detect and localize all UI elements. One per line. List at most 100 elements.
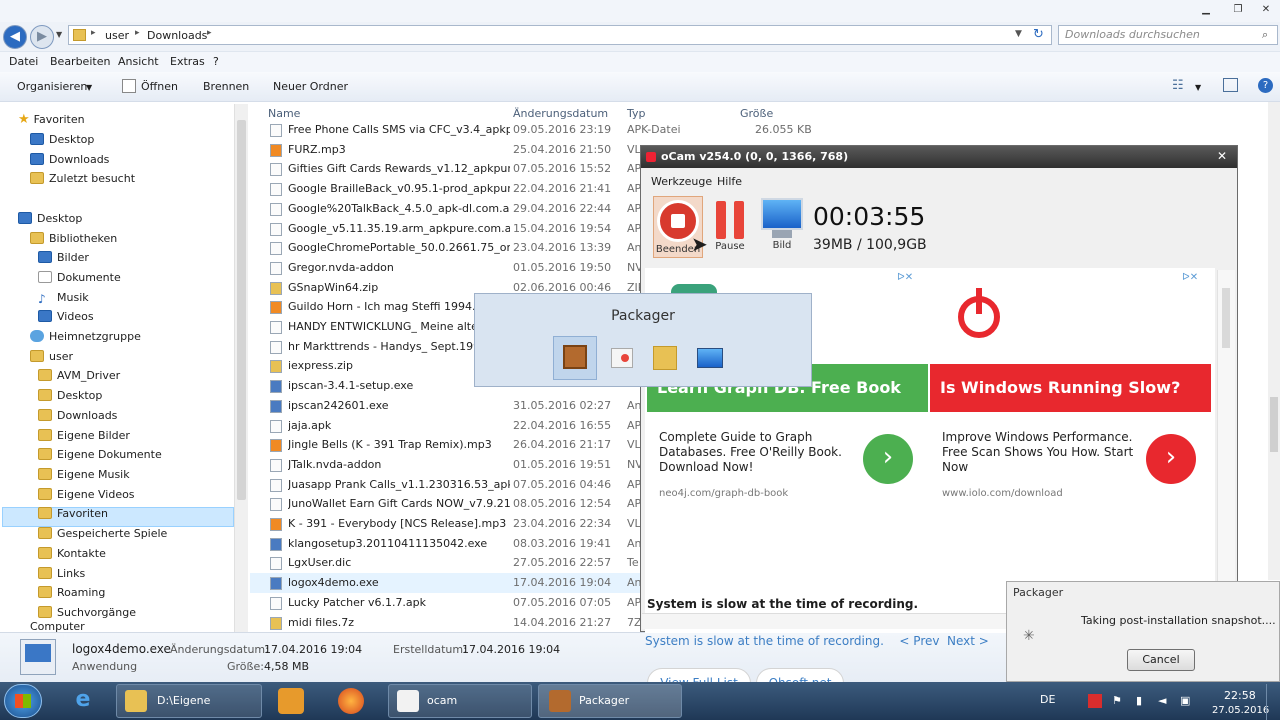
nav-user-pictures[interactable]: Eigene Bilder: [38, 426, 130, 445]
file-row[interactable]: Google BrailleBack_v0.95.1-prod_apkpure.…: [250, 179, 650, 199]
ad-url[interactable]: neo4j.com/graph-db-book: [659, 488, 788, 499]
main-scrollbar[interactable]: [1268, 102, 1280, 580]
open-button[interactable]: Öffnen: [141, 80, 178, 93]
file-row[interactable]: Jingle Bells (K - 391 Trap Remix).mp3 26.…: [250, 435, 650, 455]
menu-datei[interactable]: Datei: [9, 55, 38, 68]
ad-url[interactable]: www.iolo.com/download: [942, 488, 1063, 499]
nav-user-contacts[interactable]: Kontakte: [38, 544, 106, 563]
file-row[interactable]: JunoWallet Earn Gift Cards NOW_v7.9.21_.…: [250, 494, 650, 514]
volume-tray-icon[interactable]: ◄: [1158, 694, 1166, 707]
nav-homegroup[interactable]: Heimnetzgruppe: [30, 327, 141, 346]
nav-user-videos[interactable]: Eigene Videos: [38, 485, 135, 504]
file-row[interactable]: klangosetup3.20110411135042.exe 08.03.201…: [250, 534, 650, 554]
internet-explorer-icon[interactable]: e: [68, 687, 98, 715]
nav-user-music[interactable]: Eigene Musik: [38, 465, 130, 484]
nav-lib-documents[interactable]: Dokumente: [38, 268, 121, 287]
ad-scrollbar[interactable]: [1217, 270, 1235, 620]
prev-link[interactable]: < Prev: [899, 634, 939, 648]
network-tray-icon[interactable]: ▮: [1136, 694, 1142, 707]
show-desktop-button[interactable]: [1266, 684, 1280, 720]
file-row[interactable]: GoogleChromePortable_50.0.2661.75_onl...…: [250, 238, 650, 258]
minimize-button[interactable]: ▁: [1194, 2, 1218, 18]
slow-recording-link[interactable]: System is slow at the time of recording.: [645, 634, 884, 648]
nav-user-documents[interactable]: Eigene Dokumente: [38, 445, 162, 464]
column-name[interactable]: Name: [268, 107, 300, 120]
maximize-button[interactable]: ❐: [1226, 2, 1250, 18]
nav-fav-recent[interactable]: Zuletzt besucht: [30, 169, 135, 188]
nav-lib-videos[interactable]: Videos: [38, 307, 94, 326]
new-folder-button[interactable]: Neuer Ordner: [273, 80, 348, 93]
nav-scroll-thumb[interactable]: [237, 120, 246, 500]
help-icon[interactable]: ?: [1258, 78, 1273, 93]
nav-user-desktop[interactable]: Desktop: [38, 386, 102, 405]
nav-user-avm[interactable]: AVM_Driver: [38, 366, 120, 385]
nav-lib-music[interactable]: ♪ Musik: [38, 288, 89, 307]
back-button[interactable]: ◀: [3, 25, 27, 49]
menu-ansicht[interactable]: Ansicht: [118, 55, 159, 68]
view-options-icon[interactable]: ☷: [1172, 78, 1184, 93]
nav-fav-downloads[interactable]: Downloads: [30, 150, 109, 169]
file-row[interactable]: JTalk.nvda-addon 01.05.2016 19:51 NV: [250, 455, 650, 475]
forward-button[interactable]: ▶: [30, 25, 54, 49]
file-row[interactable]: FURZ.mp3 25.04.2016 21:50 VL: [250, 140, 650, 160]
file-row[interactable]: jaja.apk 22.04.2016 16:55 AP: [250, 416, 650, 436]
adchoices-icon[interactable]: ᐅ✕: [1182, 272, 1198, 283]
file-row[interactable]: Juasapp Prank Calls_v1.1.230316.53_apkp.…: [250, 475, 650, 495]
ocam-menu-help[interactable]: Hilfe: [717, 175, 742, 188]
column-type[interactable]: Typ: [627, 107, 646, 120]
breadcrumb-user[interactable]: user: [105, 29, 129, 42]
nav-scrollbar[interactable]: [234, 104, 248, 632]
column-date[interactable]: Änderungsdatum: [513, 107, 608, 120]
view-dropdown-icon[interactable]: ▼: [1195, 83, 1201, 92]
start-button[interactable]: [4, 684, 42, 718]
recent-pages-icon[interactable]: ▼: [56, 30, 62, 39]
nav-libraries[interactable]: Bibliotheken: [30, 229, 117, 248]
desktop-icon[interactable]: [697, 348, 723, 368]
file-row[interactable]: Gregor.nvda-addon 01.05.2016 19:50 NV: [250, 258, 650, 278]
file-row[interactable]: ipscan242601.exe 31.05.2016 02:27 An: [250, 396, 650, 416]
device-tray-icon[interactable]: ▣: [1180, 694, 1190, 707]
main-scroll-thumb[interactable]: [1270, 397, 1278, 452]
organize-dropdown-icon[interactable]: ▼: [86, 83, 92, 92]
image-button[interactable]: Bild: [757, 196, 807, 258]
ocam-horizontal-scrollbar[interactable]: [642, 613, 1006, 629]
clock-date[interactable]: 27.05.2016: [1212, 705, 1269, 716]
refresh-icon[interactable]: ↻: [1033, 27, 1044, 42]
file-row[interactable]: Lucky Patcher v6.1.7.apk 07.05.2016 07:05…: [250, 593, 650, 613]
column-size[interactable]: Größe: [740, 107, 773, 120]
nav-lib-pictures[interactable]: Bilder: [38, 248, 89, 267]
address-input[interactable]: ▸ user ▸ Downloads ▸ ▼ ↻: [68, 25, 1052, 45]
file-row[interactable]: Google%20TalkBack_4.5.0_apk-dl.com.apk 29…: [250, 199, 650, 219]
file-row[interactable]: logox4demo.exe 17.04.2016 19:04 An: [250, 573, 650, 593]
nav-user-downloads[interactable]: Downloads: [38, 406, 117, 425]
file-row[interactable]: Gifties Gift Cards Rewards_v1.12_apkpure…: [250, 159, 650, 179]
folder-download-icon[interactable]: [653, 346, 677, 370]
nav-user-favorites[interactable]: Favoriten: [38, 504, 108, 523]
nav-user[interactable]: user: [30, 347, 73, 366]
flag-tray-icon[interactable]: ⚑: [1112, 694, 1122, 707]
ad-scroll-thumb[interactable]: [1222, 288, 1230, 348]
next-link[interactable]: Next >: [947, 634, 989, 648]
nav-fav-desktop[interactable]: Desktop: [30, 130, 94, 149]
taskbar-explorer[interactable]: D:\Eigene Dateien...: [116, 684, 262, 718]
ad-arrow-button[interactable]: ›: [863, 434, 913, 484]
cancel-button[interactable]: Cancel: [1127, 649, 1195, 671]
nav-user-saved-games[interactable]: Gespeicherte Spiele: [38, 524, 167, 543]
adchoices-icon[interactable]: ᐅ✕: [897, 272, 913, 283]
nav-desktop[interactable]: Desktop: [18, 209, 82, 228]
ocam-close-button[interactable]: ✕: [1217, 149, 1227, 163]
search-input[interactable]: Downloads durchsuchen: [1058, 25, 1278, 45]
breadcrumb-downloads[interactable]: Downloads: [147, 29, 207, 42]
nav-user-searches[interactable]: Suchvorgänge: [38, 603, 136, 622]
file-row[interactable]: K - 391 - Everybody [NCS Release].mp3 23.…: [250, 514, 650, 534]
packager-item-selected[interactable]: [553, 336, 597, 380]
nav-favorites[interactable]: ★ Favoriten: [18, 110, 85, 129]
burn-button[interactable]: Brennen: [203, 80, 249, 93]
file-row[interactable]: LgxUser.dic 27.05.2016 22:57 Te: [250, 553, 650, 573]
language-indicator[interactable]: DE: [1040, 693, 1055, 706]
ad-arrow-button[interactable]: ›: [1146, 434, 1196, 484]
menu-help[interactable]: ?: [213, 55, 219, 68]
preview-pane-icon[interactable]: [1223, 78, 1238, 92]
security-tray-icon[interactable]: [1088, 694, 1102, 708]
file-row[interactable]: midi files.7z 14.04.2016 21:27 7Z: [250, 613, 650, 633]
